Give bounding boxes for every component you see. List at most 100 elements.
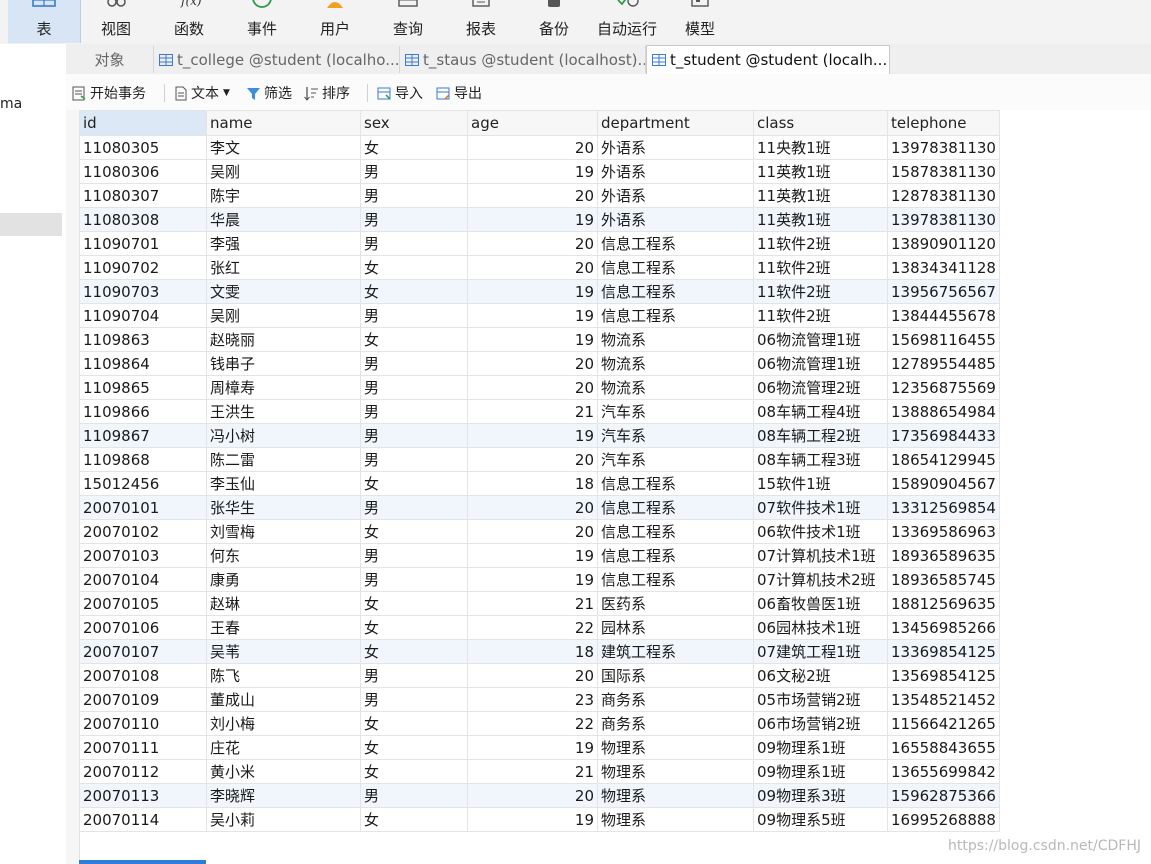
table-row[interactable]: 1109867 冯小树男 19 汽车系 08车辆工程2班 17356984433 bbox=[79, 423, 1000, 448]
cell-sex[interactable]: 男 bbox=[360, 543, 468, 568]
cell-age[interactable]: 22 bbox=[467, 615, 598, 640]
column-header-department[interactable]: department bbox=[597, 110, 754, 136]
cell-department[interactable]: 外语系 bbox=[597, 159, 754, 184]
cell-sex[interactable]: 男 bbox=[360, 231, 468, 256]
cell-class[interactable]: 09物理系1班 bbox=[753, 759, 888, 784]
cell-department[interactable]: 物理系 bbox=[597, 807, 754, 832]
cell-id[interactable]: 11080308 bbox=[79, 207, 207, 232]
cell-id[interactable]: 11090702 bbox=[79, 255, 207, 280]
cell-department[interactable]: 信息工程系 bbox=[597, 255, 754, 280]
cell-name[interactable]: 黄小米 bbox=[206, 759, 361, 784]
cell-age[interactable]: 19 bbox=[467, 279, 598, 304]
cell-class[interactable]: 11软件2班 bbox=[753, 231, 888, 256]
table-row[interactable]: 20070109 董成山男 23 商务系 05市场营销2班 13548521452 bbox=[79, 687, 1000, 712]
table-row[interactable]: 11080306 吴刚男 19 外语系 11英教1班 15878381130 bbox=[79, 159, 1000, 184]
cell-id[interactable]: 11090701 bbox=[79, 231, 207, 256]
cell-sex[interactable]: 男 bbox=[360, 303, 468, 328]
cell-department[interactable]: 物理系 bbox=[597, 783, 754, 808]
cell-telephone[interactable]: 18936585745 bbox=[887, 567, 1000, 592]
tab-t-college[interactable]: t_college @student (localho... bbox=[154, 46, 400, 73]
cell-telephone[interactable]: 18654129945 bbox=[887, 447, 1000, 472]
ribbon-backup-button[interactable]: 备份 bbox=[518, 0, 590, 43]
cell-id[interactable]: 20070104 bbox=[79, 567, 207, 592]
cell-sex[interactable]: 男 bbox=[360, 687, 468, 712]
cell-name[interactable]: 刘小梅 bbox=[206, 711, 361, 736]
cell-name[interactable]: 张华生 bbox=[206, 495, 361, 520]
cell-department[interactable]: 汽车系 bbox=[597, 423, 754, 448]
cell-sex[interactable]: 男 bbox=[360, 375, 468, 400]
cell-name[interactable]: 张红 bbox=[206, 255, 361, 280]
cell-name[interactable]: 陈宇 bbox=[206, 183, 361, 208]
cell-id[interactable]: 11090703 bbox=[79, 279, 207, 304]
cell-department[interactable]: 信息工程系 bbox=[597, 231, 754, 256]
cell-telephone[interactable]: 13978381130 bbox=[887, 135, 1000, 160]
cell-class[interactable]: 06物流管理1班 bbox=[753, 327, 888, 352]
cell-class[interactable]: 06园林技术1班 bbox=[753, 615, 888, 640]
tab-t-staus[interactable]: t_staus @student (localhost)... bbox=[400, 46, 646, 73]
cell-class[interactable]: 07计算机技术2班 bbox=[753, 567, 888, 592]
table-row[interactable]: 20070110 刘小梅女 22 商务系 06市场营销2班 11566421265 bbox=[79, 711, 1000, 736]
cell-name[interactable]: 赵琳 bbox=[206, 591, 361, 616]
tab-objects[interactable]: 对象 bbox=[66, 46, 154, 73]
cell-name[interactable]: 吴小莉 bbox=[206, 807, 361, 832]
cell-sex[interactable]: 男 bbox=[360, 183, 468, 208]
cell-telephone[interactable]: 16995268888 bbox=[887, 807, 1000, 832]
cell-age[interactable]: 20 bbox=[467, 447, 598, 472]
cell-age[interactable]: 20 bbox=[467, 663, 598, 688]
cell-name[interactable]: 王春 bbox=[206, 615, 361, 640]
cell-department[interactable]: 信息工程系 bbox=[597, 519, 754, 544]
table-row[interactable]: 20070101 张华生男 20 信息工程系 07软件技术1班 13312569854 bbox=[79, 495, 1000, 520]
cell-department[interactable]: 建筑工程系 bbox=[597, 639, 754, 664]
cell-class[interactable]: 11英教1班 bbox=[753, 183, 888, 208]
cell-age[interactable]: 19 bbox=[467, 567, 598, 592]
cell-class[interactable]: 05市场营销2班 bbox=[753, 687, 888, 712]
column-header-name[interactable]: name bbox=[206, 110, 361, 136]
cell-name[interactable]: 何东 bbox=[206, 543, 361, 568]
cell-age[interactable]: 20 bbox=[467, 255, 598, 280]
cell-sex[interactable]: 女 bbox=[360, 519, 468, 544]
cell-class[interactable]: 06畜牧兽医1班 bbox=[753, 591, 888, 616]
cell-age[interactable]: 20 bbox=[467, 783, 598, 808]
filter-button[interactable]: 筛选 bbox=[246, 82, 292, 104]
cell-department[interactable]: 物流系 bbox=[597, 327, 754, 352]
cell-name[interactable]: 文雯 bbox=[206, 279, 361, 304]
cell-telephone[interactable]: 13834341128 bbox=[887, 255, 1000, 280]
cell-age[interactable]: 20 bbox=[467, 351, 598, 376]
cell-name[interactable]: 董成山 bbox=[206, 687, 361, 712]
table-row[interactable]: 1109866 王洪生男 21 汽车系 08车辆工程4班 13888654984 bbox=[79, 399, 1000, 424]
cell-telephone[interactable]: 13888654984 bbox=[887, 399, 1000, 424]
cell-class[interactable]: 11软件2班 bbox=[753, 255, 888, 280]
begin-transaction-button[interactable]: 开始事务 bbox=[72, 82, 146, 104]
cell-name[interactable]: 钱串子 bbox=[206, 351, 361, 376]
cell-name[interactable]: 华晨 bbox=[206, 207, 361, 232]
cell-department[interactable]: 外语系 bbox=[597, 207, 754, 232]
cell-department[interactable]: 物理系 bbox=[597, 759, 754, 784]
sort-button[interactable]: 排序 bbox=[304, 82, 350, 104]
cell-telephone[interactable]: 15890904567 bbox=[887, 471, 1000, 496]
cell-id[interactable]: 20070114 bbox=[79, 807, 207, 832]
cell-class[interactable]: 11软件2班 bbox=[753, 303, 888, 328]
cell-age[interactable]: 20 bbox=[467, 231, 598, 256]
cell-name[interactable]: 李晓辉 bbox=[206, 783, 361, 808]
cell-id[interactable]: 20070103 bbox=[79, 543, 207, 568]
cell-sex[interactable]: 男 bbox=[360, 207, 468, 232]
cell-telephone[interactable]: 18812569635 bbox=[887, 591, 1000, 616]
cell-telephone[interactable]: 15698116455 bbox=[887, 327, 1000, 352]
cell-telephone[interactable]: 13890901120 bbox=[887, 231, 1000, 256]
cell-id[interactable]: 20070105 bbox=[79, 591, 207, 616]
cell-id[interactable]: 1109867 bbox=[79, 423, 207, 448]
cell-department[interactable]: 外语系 bbox=[597, 135, 754, 160]
cell-class[interactable]: 07建筑工程1班 bbox=[753, 639, 888, 664]
cell-class[interactable]: 11英教1班 bbox=[753, 207, 888, 232]
cell-class[interactable]: 08车辆工程3班 bbox=[753, 447, 888, 472]
cell-class[interactable]: 08车辆工程4班 bbox=[753, 399, 888, 424]
cell-sex[interactable]: 男 bbox=[360, 351, 468, 376]
cell-age[interactable]: 20 bbox=[467, 183, 598, 208]
ribbon-table-button[interactable]: 表 bbox=[8, 0, 81, 43]
cell-telephone[interactable]: 18936589635 bbox=[887, 543, 1000, 568]
table-row[interactable]: 20070104 康勇男 19 信息工程系 07计算机技术2班 18936585745 bbox=[79, 567, 1000, 592]
cell-name[interactable]: 冯小树 bbox=[206, 423, 361, 448]
ribbon-user-button[interactable]: 用户 bbox=[299, 0, 371, 43]
cell-department[interactable]: 园林系 bbox=[597, 615, 754, 640]
cell-name[interactable]: 李玉仙 bbox=[206, 471, 361, 496]
